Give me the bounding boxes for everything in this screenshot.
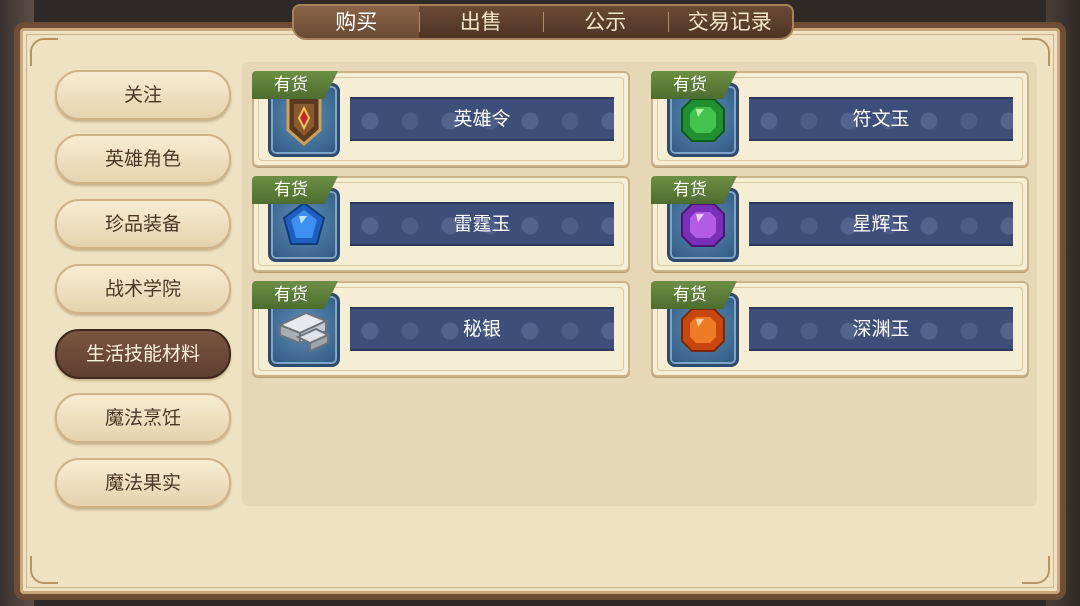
item-name: 深渊玉 — [749, 307, 1013, 351]
in-stock-badge: 有货 — [651, 71, 737, 99]
tab-sell[interactable]: 出售 — [418, 6, 544, 38]
top-tab-bar: 购买 出售 公示 交易记录 — [292, 4, 794, 40]
sidebar-item-life-skill-materials[interactable]: 生活技能材料 — [55, 329, 231, 379]
item-name: 秘银 — [350, 307, 614, 351]
item-card[interactable]: 有货 深渊玉 — [651, 281, 1029, 377]
sidebar-item-tactics-academy[interactable]: 战术学院 — [55, 264, 231, 314]
item-name: 雷霆玉 — [350, 202, 614, 246]
in-stock-badge: 有货 — [651, 176, 737, 204]
in-stock-badge: 有货 — [252, 176, 338, 204]
tab-trade-history[interactable]: 交易记录 — [667, 6, 793, 38]
tab-announcement[interactable]: 公示 — [543, 6, 668, 38]
item-card[interactable]: 有货 符文玉 — [651, 71, 1029, 167]
in-stock-badge: 有货 — [651, 281, 737, 309]
item-card[interactable]: 有货 秘银 — [252, 281, 630, 377]
sidebar-item-heroes[interactable]: 英雄角色 — [55, 134, 231, 184]
in-stock-badge: 有货 — [252, 71, 338, 99]
sidebar-item-magic-fruit[interactable]: 魔法果实 — [55, 458, 231, 508]
sidebar-item-magic-cooking[interactable]: 魔法烹饪 — [55, 393, 231, 443]
item-name: 符文玉 — [749, 97, 1013, 141]
corner-ornament — [30, 556, 58, 584]
item-card[interactable]: 有货 雷霆玉 — [252, 176, 630, 272]
item-card[interactable]: 有货 星辉玉 — [651, 176, 1029, 272]
tab-buy[interactable]: 购买 — [294, 6, 419, 38]
item-name: 英雄令 — [350, 97, 614, 141]
corner-ornament — [1022, 556, 1050, 584]
corner-ornament — [30, 38, 58, 66]
sidebar-item-follow[interactable]: 关注 — [55, 70, 231, 120]
item-card[interactable]: 有货 英雄令 — [252, 71, 630, 167]
sidebar-item-rare-equipment[interactable]: 珍品装备 — [55, 199, 231, 249]
item-name: 星辉玉 — [749, 202, 1013, 246]
in-stock-badge: 有货 — [252, 281, 338, 309]
